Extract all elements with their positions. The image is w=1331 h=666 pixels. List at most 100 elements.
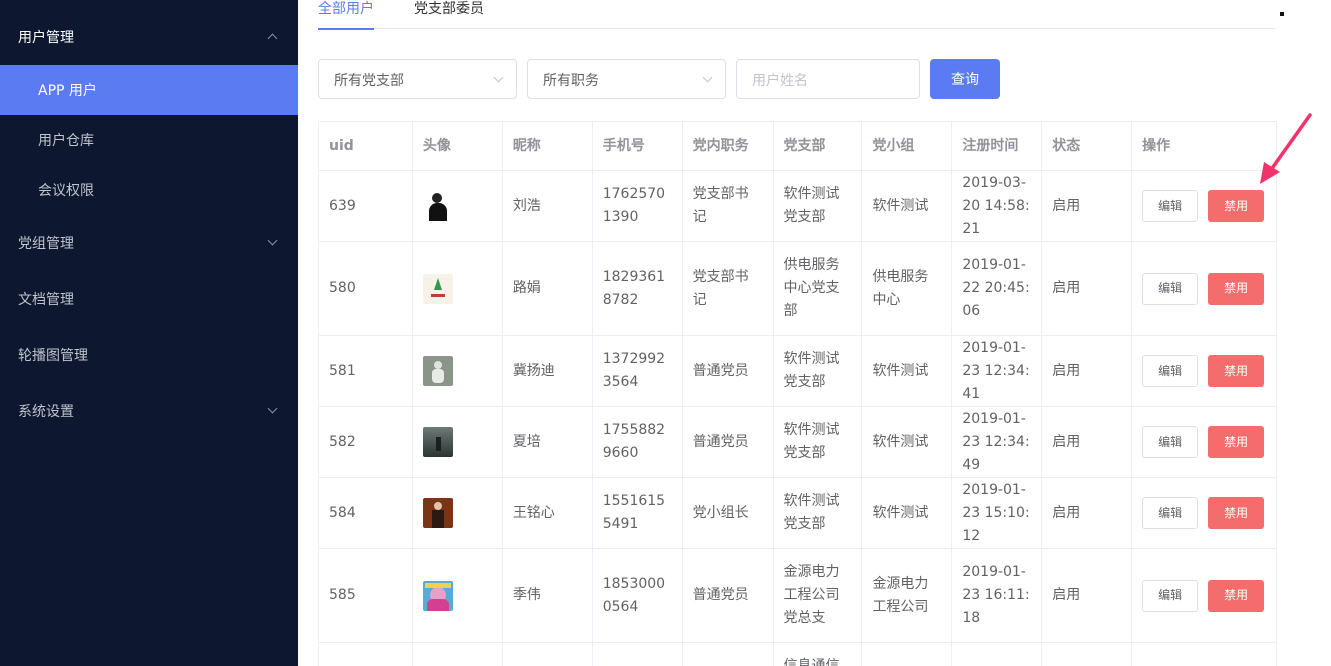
column-header: 状态 <box>1042 122 1133 170</box>
registered-time-cell: 2019-03-20 14:58:21 <box>952 171 1043 241</box>
avatar-cell <box>413 478 503 548</box>
actions-cell: 编辑 禁用 <box>1132 336 1277 406</box>
sidebar-item-document-management[interactable]: 文档管理 <box>0 274 298 324</box>
chevron-down-icon <box>267 235 278 246</box>
position-cell: 党支部书记 <box>683 171 774 241</box>
select-value: 所有党支部 <box>334 73 404 89</box>
disable-button[interactable]: 禁用 <box>1208 426 1265 458</box>
sidebar-item-user-warehouse[interactable]: 用户仓库 <box>0 115 298 165</box>
branch-cell: 软件测试党支部 <box>774 478 863 548</box>
sidebar-item-app-users[interactable]: APP 用户 <box>0 65 298 115</box>
branch-select[interactable]: 所有党支部 <box>318 59 517 99</box>
table-row: 580 路娟 18293618782 党支部书记 供电服务中心党支部 供电服务中… <box>319 242 1277 336</box>
main-content: 全部用户 党支部委员 所有党支部 所有职务 用户姓名 查询 uid 头像 昵称 … <box>298 0 1296 666</box>
registered-time-cell: 2019-01-23 12:34:41 <box>952 336 1043 406</box>
avatar <box>422 273 453 304</box>
disable-button[interactable]: 禁用 <box>1208 272 1265 305</box>
edit-button[interactable]: 编辑 <box>1142 497 1199 529</box>
nickname-cell: 刘浩 <box>503 171 593 241</box>
users-table: uid 头像 昵称 手机号 党内职务 党支部 党小组 注册时间 状态 操作 63… <box>318 121 1277 666</box>
chevron-down-icon <box>493 72 504 83</box>
uid-cell <box>319 643 413 666</box>
branch-cell: 金源电力工程公司党总支 <box>774 549 863 642</box>
nickname-cell <box>503 643 593 666</box>
query-button[interactable]: 查询 <box>930 59 1000 99</box>
uid-cell: 584 <box>319 478 413 548</box>
edit-button[interactable]: 编辑 <box>1142 272 1199 305</box>
avatar-cell <box>413 171 503 241</box>
group-cell: 金源电力工程公司 <box>862 549 953 642</box>
status-cell: 启用 <box>1042 407 1133 477</box>
group-cell: 软件测试 <box>862 171 953 241</box>
marker-dot <box>1280 12 1284 16</box>
table-row: 信息通信 <box>319 643 1277 666</box>
sidebar-item-system-settings[interactable]: 系统设置 <box>0 386 298 436</box>
uid-cell: 580 <box>319 242 413 335</box>
tab-all-users[interactable]: 全部用户 <box>318 0 374 30</box>
user-name-input[interactable]: 用户姓名 <box>736 59 920 99</box>
avatar-cell <box>413 407 503 477</box>
status-cell: 启用 <box>1042 549 1133 642</box>
avatar-cell <box>413 643 503 666</box>
avatar <box>422 356 453 386</box>
chevron-up-icon <box>267 33 278 44</box>
phone-cell: 17558829660 <box>593 407 683 477</box>
sidebar-item-label: 文档管理 <box>18 292 74 308</box>
registered-time-cell: 2019-01-23 15:10:12 <box>952 478 1043 548</box>
right-gutter <box>1296 0 1331 666</box>
column-header: 党内职务 <box>683 122 774 170</box>
phone-cell: 18293618782 <box>593 242 683 335</box>
edit-button[interactable]: 编辑 <box>1142 190 1199 222</box>
disable-button[interactable]: 禁用 <box>1208 355 1265 387</box>
nickname-cell: 王铭心 <box>503 478 593 548</box>
avatar <box>422 498 453 528</box>
edit-button[interactable]: 编辑 <box>1142 579 1199 612</box>
actions-cell: 编辑 禁用 <box>1132 549 1277 642</box>
position-cell <box>683 643 774 666</box>
branch-cell: 软件测试党支部 <box>774 407 863 477</box>
edit-button[interactable]: 编辑 <box>1142 355 1199 387</box>
column-header: 手机号 <box>593 122 683 170</box>
tab-branch-committee[interactable]: 党支部委员 <box>414 0 486 29</box>
status-cell: 启用 <box>1042 242 1133 335</box>
registered-time-cell: 2019-01-22 20:45:06 <box>952 242 1043 335</box>
uid-cell: 581 <box>319 336 413 406</box>
edit-button[interactable]: 编辑 <box>1142 426 1199 458</box>
registered-time-cell: 2019-01-23 12:34:49 <box>952 407 1043 477</box>
table-row: 585 季伟 18530000564 普通党员 金源电力工程公司党总支 金源电力… <box>319 549 1277 643</box>
disable-button[interactable]: 禁用 <box>1208 579 1265 612</box>
avatar-cell <box>413 336 503 406</box>
column-header: 党支部 <box>774 122 863 170</box>
table-row: 639 刘浩 17625701390 党支部书记 软件测试党支部 软件测试 20… <box>319 171 1277 242</box>
sidebar-item-user-management[interactable]: 用户管理 <box>0 12 298 62</box>
sidebar-item-party-group-management[interactable]: 党组管理 <box>0 218 298 268</box>
sidebar-item-meeting-permissions[interactable]: 会议权限 <box>0 165 298 215</box>
group-cell: 软件测试 <box>862 478 953 548</box>
disable-button[interactable]: 禁用 <box>1208 190 1265 222</box>
sidebar-item-label: 会议权限 <box>38 183 94 199</box>
disable-button[interactable]: 禁用 <box>1208 497 1265 529</box>
status-cell: 启用 <box>1042 336 1133 406</box>
sidebar-item-label: 用户管理 <box>18 30 74 46</box>
actions-cell <box>1132 643 1277 666</box>
phone-cell: 18530000564 <box>593 549 683 642</box>
tab-bar: 全部用户 党支部委员 <box>318 0 1276 30</box>
input-placeholder: 用户姓名 <box>752 73 808 89</box>
group-cell: 供电服务中心 <box>862 242 953 335</box>
registered-time-cell <box>952 643 1043 666</box>
sidebar-item-carousel-management[interactable]: 轮播图管理 <box>0 330 298 380</box>
position-select[interactable]: 所有职务 <box>527 59 726 99</box>
branch-cell: 供电服务中心党支部 <box>774 242 863 335</box>
registered-time-cell: 2019-01-23 16:11:18 <box>952 549 1043 642</box>
actions-cell: 编辑 禁用 <box>1132 407 1277 477</box>
group-cell: 软件测试 <box>862 407 953 477</box>
sidebar: 用户管理 APP 用户 用户仓库 会议权限 党组管理 文档管理 轮播图管理 系统… <box>0 0 298 666</box>
branch-cell: 软件测试党支部 <box>774 336 863 406</box>
avatar-cell <box>413 242 503 335</box>
sidebar-item-label: 党组管理 <box>18 236 74 252</box>
column-header: 昵称 <box>503 122 593 170</box>
branch-cell: 软件测试党支部 <box>774 171 863 241</box>
avatar <box>422 191 453 221</box>
nickname-cell: 夏培 <box>503 407 593 477</box>
group-cell <box>862 643 953 666</box>
